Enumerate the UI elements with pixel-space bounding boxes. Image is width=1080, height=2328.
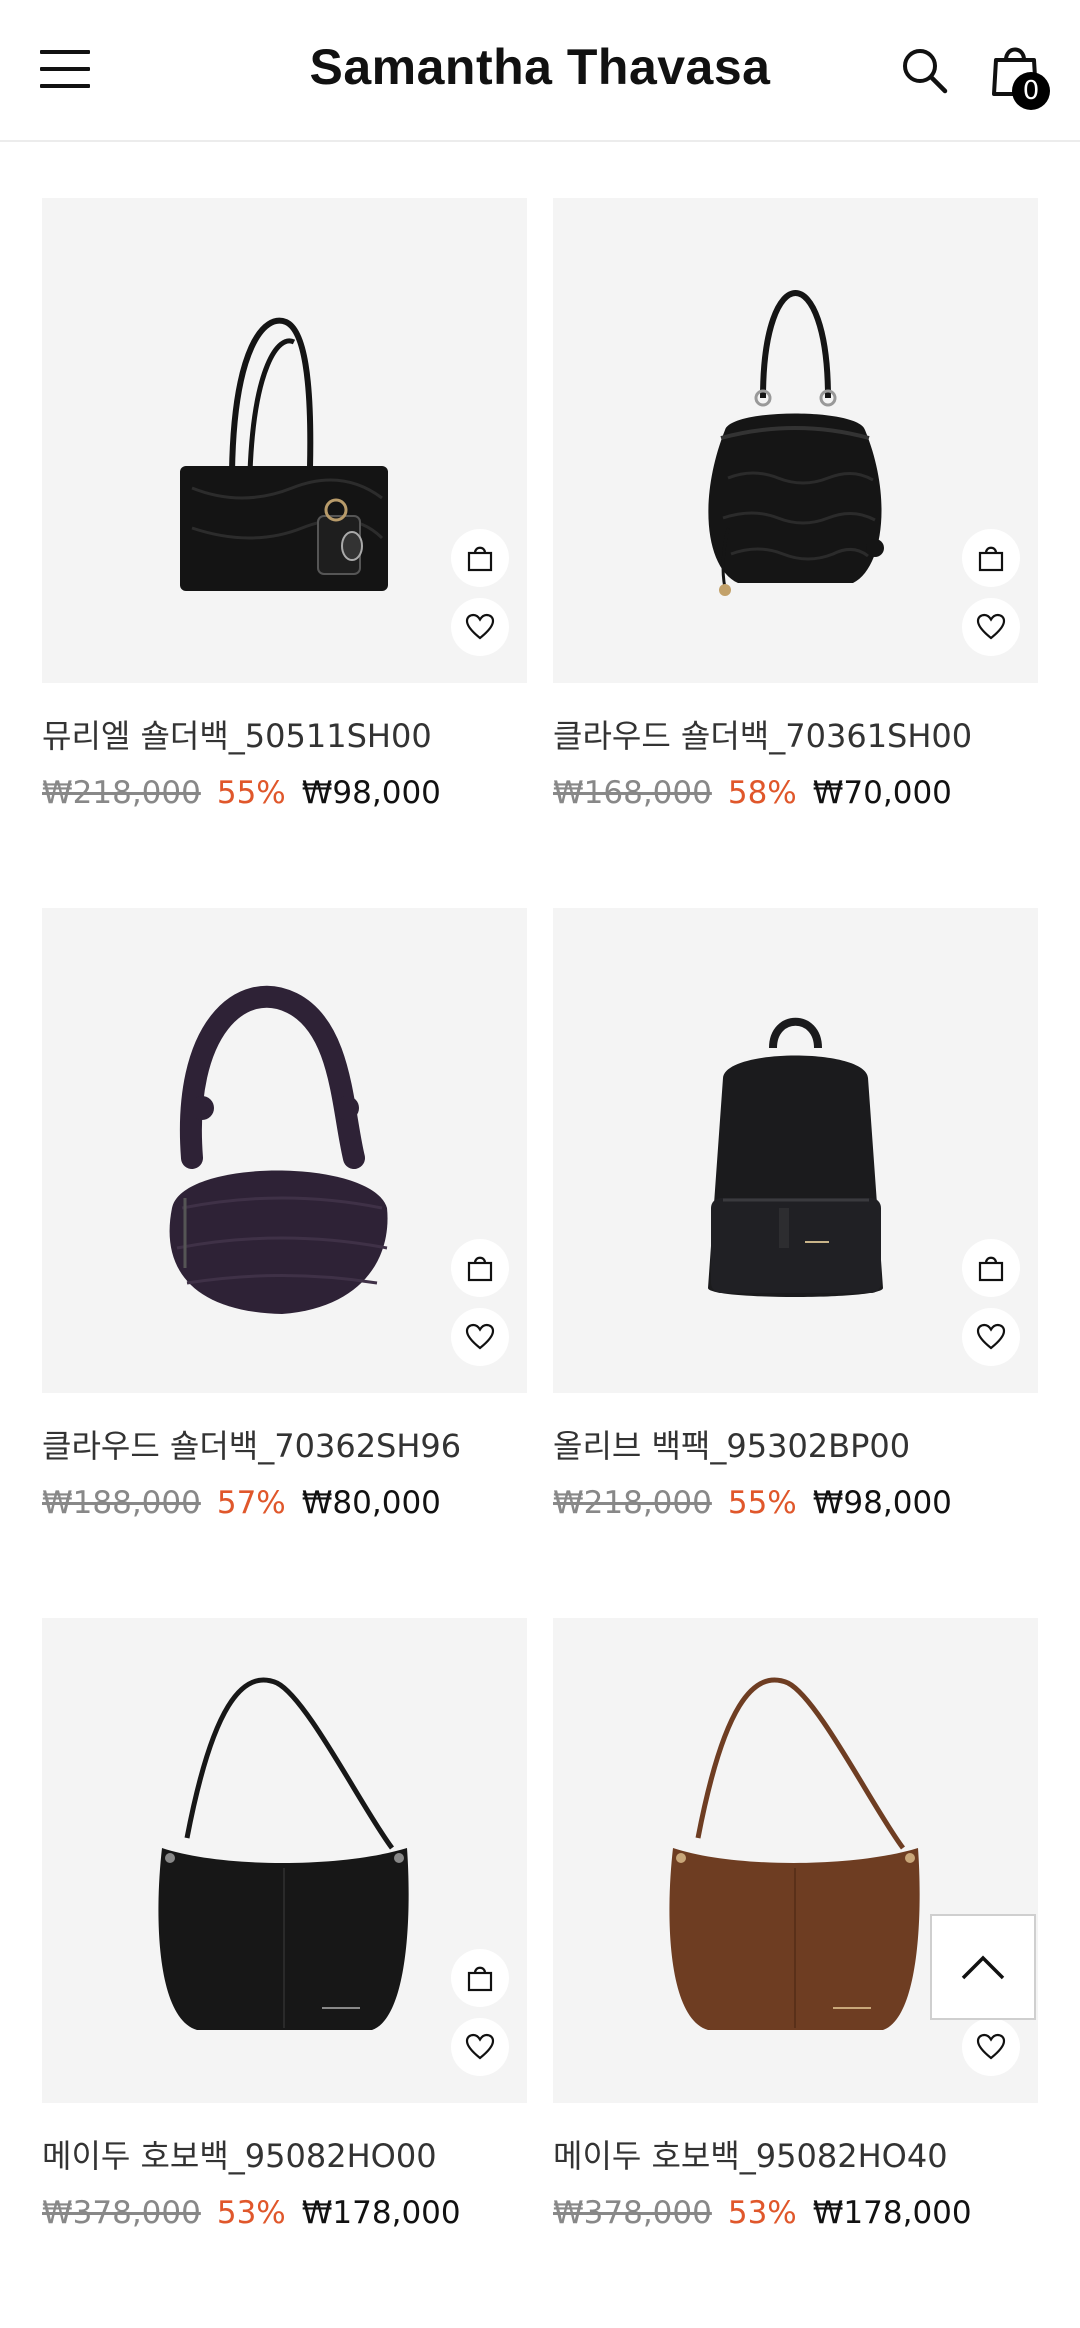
heart-icon <box>976 2033 1006 2060</box>
wishlist-button[interactable] <box>962 598 1020 656</box>
search-icon <box>903 49 948 94</box>
chevron-up-icon <box>961 1955 1005 1980</box>
product-image[interactable] <box>42 1618 527 2103</box>
price-row: ₩218,000 55% ₩98,000 <box>42 775 527 811</box>
bucket-bag-image <box>708 290 884 596</box>
sale-price: ₩70,000 <box>812 775 952 811</box>
discount-rate: 55% <box>727 1485 797 1521</box>
heart-icon <box>465 2033 495 2060</box>
cart-button[interactable]: 0 <box>990 42 1050 110</box>
product-card[interactable]: 클라우드 숄더백_70361SH00 ₩168,000 58% ₩70,000 <box>553 198 1038 908</box>
add-to-cart-button[interactable] <box>451 1949 509 2007</box>
tote-bag-image <box>180 317 388 591</box>
shopping-bag-icon <box>467 1966 493 1992</box>
shopping-bag-icon <box>467 546 493 572</box>
discount-rate: 57% <box>216 1485 286 1521</box>
discount-rate: 55% <box>216 775 286 811</box>
original-price: ₩378,000 <box>553 2195 712 2231</box>
original-price: ₩168,000 <box>553 775 712 811</box>
add-to-cart-button[interactable] <box>451 1239 509 1297</box>
wishlist-button[interactable] <box>962 1308 1020 1366</box>
sale-price: ₩178,000 <box>812 2195 972 2231</box>
hobo-bag-image <box>669 1677 920 2030</box>
product-name[interactable]: 클라우드 숄더백_70361SH00 <box>553 711 1038 757</box>
heart-icon <box>465 613 495 640</box>
sale-price: ₩98,000 <box>301 775 441 811</box>
wishlist-button[interactable] <box>451 1308 509 1366</box>
cart-count-badge: 0 <box>1012 72 1050 110</box>
original-price: ₩188,000 <box>42 1485 201 1521</box>
wishlist-button[interactable] <box>451 598 509 656</box>
heart-icon <box>976 1323 1006 1350</box>
shopping-bag-icon <box>467 1256 493 1282</box>
product-card[interactable]: 올리브 백팩_95302BP00 ₩218,000 55% ₩98,000 <box>553 908 1038 1618</box>
shopping-bag-icon <box>978 546 1004 572</box>
original-price: ₩378,000 <box>42 2195 201 2231</box>
hobo-bag-image <box>169 985 388 1314</box>
scroll-to-top-button[interactable] <box>930 1914 1036 2020</box>
product-image[interactable] <box>42 908 527 1393</box>
sale-price: ₩80,000 <box>301 1485 441 1521</box>
product-name[interactable]: 메이두 호보백_95082HO40 <box>553 2131 1038 2177</box>
discount-rate: 53% <box>727 2195 797 2231</box>
product-card[interactable]: 클라우드 숄더백_70362SH96 ₩188,000 57% ₩80,000 <box>42 908 527 1618</box>
product-card[interactable]: 뮤리엘 숄더백_50511SH00 ₩218,000 55% ₩98,000 <box>42 198 527 908</box>
price-row: ₩168,000 58% ₩70,000 <box>553 775 1038 811</box>
product-grid: 뮤리엘 숄더백_50511SH00 ₩218,000 55% ₩98,000 클… <box>42 198 1038 2328</box>
search-button[interactable] <box>900 46 950 96</box>
price-row: ₩188,000 57% ₩80,000 <box>42 1485 527 1521</box>
sale-price: ₩178,000 <box>301 2195 461 2231</box>
hobo-bag-image <box>158 1677 409 2030</box>
heart-icon <box>465 1323 495 1350</box>
product-name[interactable]: 클라우드 숄더백_70362SH96 <box>42 1421 527 1467</box>
backpack-image <box>708 1017 883 1297</box>
price-row: ₩378,000 53% ₩178,000 <box>42 2195 527 2231</box>
price-row: ₩218,000 55% ₩98,000 <box>553 1485 1038 1521</box>
price-row: ₩378,000 53% ₩178,000 <box>553 2195 1038 2231</box>
discount-rate: 53% <box>216 2195 286 2231</box>
product-name[interactable]: 메이두 호보백_95082HO00 <box>42 2131 527 2177</box>
product-image[interactable] <box>42 198 527 683</box>
add-to-cart-button[interactable] <box>451 529 509 587</box>
app-header: Samantha Thavasa 0 <box>0 0 1080 142</box>
add-to-cart-button[interactable] <box>962 529 1020 587</box>
original-price: ₩218,000 <box>42 775 201 811</box>
product-image[interactable] <box>553 908 1038 1393</box>
discount-rate: 58% <box>727 775 797 811</box>
product-name[interactable]: 뮤리엘 숄더백_50511SH00 <box>42 711 527 757</box>
heart-icon <box>976 613 1006 640</box>
shopping-bag-icon <box>978 1256 1004 1282</box>
wishlist-button[interactable] <box>451 2018 509 2076</box>
original-price: ₩218,000 <box>553 1485 712 1521</box>
product-image[interactable] <box>553 198 1038 683</box>
product-card[interactable]: 메이두 호보백_95082HO00 ₩378,000 53% ₩178,000 <box>42 1618 527 2328</box>
product-image[interactable] <box>553 1618 1038 2103</box>
add-to-cart-button[interactable] <box>962 1239 1020 1297</box>
sale-price: ₩98,000 <box>812 1485 952 1521</box>
wishlist-button[interactable] <box>962 2018 1020 2076</box>
product-name[interactable]: 올리브 백팩_95302BP00 <box>553 1421 1038 1467</box>
